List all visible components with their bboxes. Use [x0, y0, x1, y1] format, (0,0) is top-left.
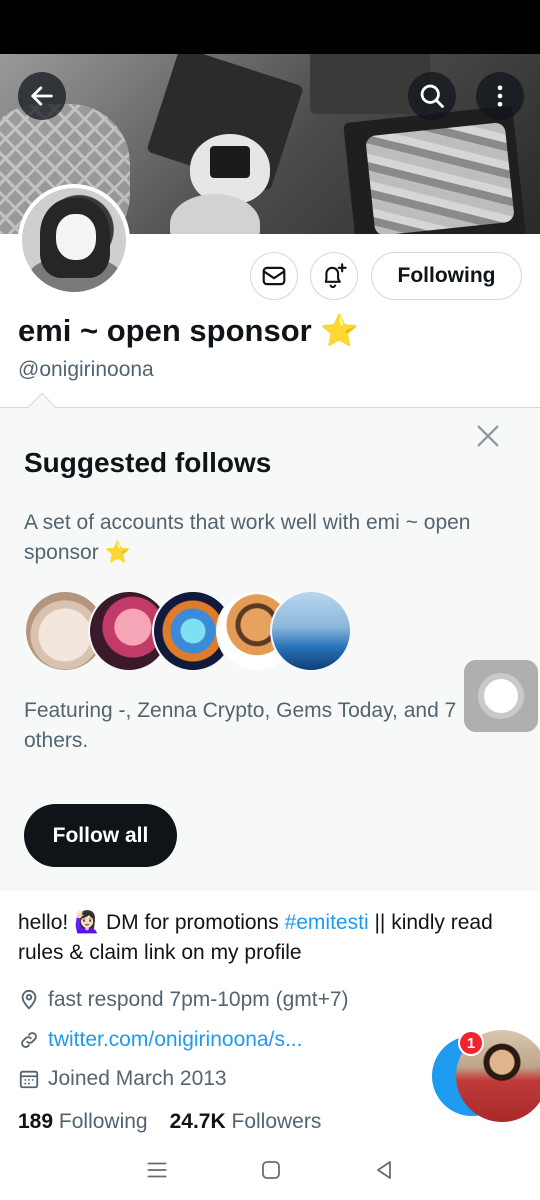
message-button[interactable] — [250, 252, 298, 300]
following-count: 189 — [18, 1110, 54, 1133]
notification-button[interactable] — [310, 252, 358, 300]
dm-chat-bubble[interactable]: 1 — [432, 1030, 540, 1122]
avatar-face-shape — [56, 214, 96, 260]
location-row: fast respond 7pm-10pm (gmt+7) — [18, 985, 349, 1015]
back-nav-icon[interactable] — [372, 1158, 396, 1182]
suggested-avatar[interactable] — [270, 590, 352, 672]
system-nav-bar — [0, 1140, 540, 1200]
more-button[interactable] — [476, 72, 524, 120]
profile-avatar[interactable] — [18, 184, 130, 296]
following-button[interactable]: Following — [371, 252, 522, 300]
suggested-avatars[interactable] — [24, 590, 354, 672]
following-label: Following — [58, 1110, 148, 1133]
bell-plus-icon — [324, 263, 347, 289]
suggested-featuring-text: Featuring -, Zenna Crypto, Gems Today, a… — [24, 699, 457, 752]
website-row: twitter.com/onigirinoona/s... — [18, 1025, 302, 1055]
location-text: fast respond 7pm-10pm (gmt+7) — [48, 988, 349, 1011]
bio-hashtag-link[interactable]: #emitesti — [285, 911, 369, 934]
search-button[interactable] — [408, 72, 456, 120]
location-pin-icon — [18, 989, 40, 1011]
following-count-link[interactable]: 189 Following — [18, 1110, 148, 1133]
website-link[interactable]: twitter.com/onigirinoona/s... — [48, 1028, 302, 1052]
link-icon — [18, 1029, 40, 1051]
user-handle: @onigirinoona — [18, 358, 154, 381]
more-vertical-icon — [497, 85, 503, 107]
search-icon — [420, 84, 444, 108]
profile-bio: hello! 🙋🏻‍♀️ DM for promotions #emitesti… — [18, 908, 518, 968]
banner-food-shape — [365, 121, 515, 234]
envelope-icon — [262, 266, 286, 286]
assistive-touch-ring — [478, 673, 524, 719]
assistive-touch-button[interactable] — [464, 660, 538, 732]
arrow-left-icon — [31, 86, 53, 106]
suggested-follows-title: Suggested follows — [24, 447, 272, 478]
suggested-follows-description: A set of accounts that work well with em… — [24, 511, 471, 564]
close-icon — [477, 425, 499, 447]
recent-apps-icon[interactable] — [144, 1157, 170, 1183]
home-icon[interactable] — [259, 1158, 283, 1182]
close-suggestions-button[interactable] — [474, 422, 502, 450]
joined-row: Joined March 2013 — [18, 1064, 227, 1094]
banner-nori-shape — [210, 146, 250, 178]
joined-text: Joined March 2013 — [48, 1067, 227, 1090]
follow-all-button[interactable]: Follow all — [24, 804, 177, 867]
display-name: emi ~ open sponsor ⭐ — [18, 313, 359, 348]
follow-counts: 189 Following 24.7K Followers — [18, 1110, 321, 1134]
followers-label: Followers — [231, 1110, 322, 1133]
bio-text: hello! 🙋🏻‍♀️ DM for promotions — [18, 911, 285, 934]
calendar-icon — [18, 1068, 40, 1090]
back-button[interactable] — [18, 72, 66, 120]
followers-count-link[interactable]: 24.7K Followers — [170, 1110, 322, 1133]
unread-badge: 1 — [458, 1030, 484, 1056]
status-bar — [0, 0, 540, 54]
followers-count: 24.7K — [169, 1110, 226, 1133]
